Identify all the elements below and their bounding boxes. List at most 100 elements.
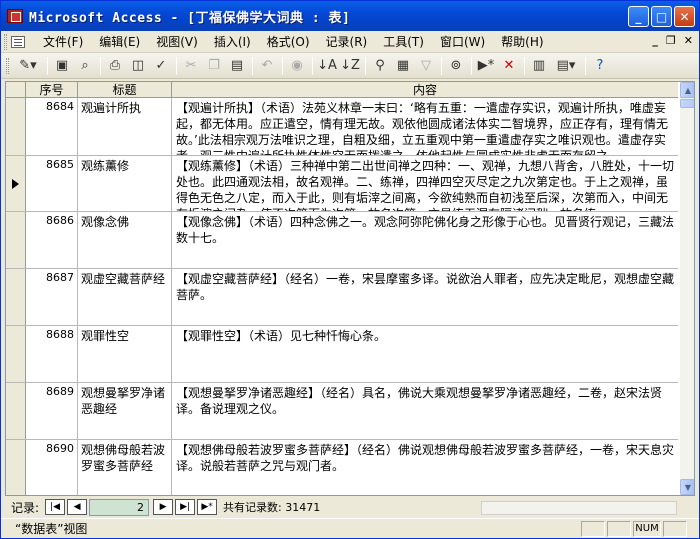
table-row[interactable]: 8686 观像念佛 【观像念佛】（术语）四种念佛之一。观念阿弥陀佛化身之形像于心… bbox=[6, 212, 678, 269]
cell-id[interactable]: 8686 bbox=[26, 212, 78, 268]
cell-content[interactable]: 【观虚空藏菩萨经】（经名）一卷，宋昙摩蜜多译。说欲治人罪者，应先决定毗尼，观想虚… bbox=[172, 269, 678, 325]
menu-tools[interactable]: 工具(T) bbox=[375, 31, 432, 52]
record-selector[interactable] bbox=[6, 269, 26, 325]
select-all-corner[interactable] bbox=[6, 82, 26, 98]
status-text: “数据表”视图 bbox=[15, 522, 88, 536]
doc-close-button[interactable]: ✕ bbox=[684, 34, 693, 47]
title-bar[interactable]: Microsoft Access - [丁福保佛学大词典 : 表] _ □ ✕ bbox=[1, 1, 699, 31]
cell-id[interactable]: 8690 bbox=[26, 440, 78, 495]
table-row[interactable]: 8685 观练薰修 【观练薰修】（术语）三种禅中第二出世间禅之四种：一、观禅，九… bbox=[6, 156, 678, 212]
cell-title[interactable]: 观想佛母般若波罗蜜多菩萨经 bbox=[78, 440, 172, 495]
table-row[interactable]: 8687 观虚空藏菩萨经 【观虚空藏菩萨经】（经名）一卷，宋昙摩蜜多译。说欲治人… bbox=[6, 269, 678, 326]
new-record-icon[interactable]: ▶* bbox=[475, 55, 497, 77]
filter-by-form-icon[interactable]: ▦ bbox=[392, 55, 414, 77]
table-row[interactable]: 8690 观想佛母般若波罗蜜多菩萨经 【观想佛母般若波罗蜜多菩萨经】（经名）佛说… bbox=[6, 440, 678, 495]
scroll-up-button[interactable]: ▲ bbox=[680, 82, 694, 98]
menu-insert[interactable]: 插入(I) bbox=[206, 31, 259, 52]
record-selector[interactable] bbox=[6, 212, 26, 268]
new-record-button[interactable]: ▶* bbox=[197, 499, 218, 515]
record-selector[interactable] bbox=[6, 98, 26, 155]
save-icon[interactable]: ▣ bbox=[51, 55, 73, 77]
document-window-controls: _ ❐ ✕ bbox=[652, 34, 693, 47]
table-row[interactable]: 8688 观罪性空 【观罪性空】（术语）见七种忏悔心条。 bbox=[6, 326, 678, 383]
current-record-indicator[interactable] bbox=[6, 156, 26, 211]
status-panel bbox=[607, 520, 631, 537]
apply-filter-icon[interactable]: ▽ bbox=[415, 55, 437, 77]
close-button[interactable]: ✕ bbox=[674, 6, 695, 27]
delete-record-icon[interactable]: ✕ bbox=[498, 55, 520, 77]
menu-window[interactable]: 窗口(W) bbox=[432, 31, 493, 52]
new-object-icon[interactable]: ▤▾ bbox=[551, 55, 581, 77]
insert-hyperlink-icon[interactable]: ◉ bbox=[286, 55, 308, 77]
cell-content[interactable]: 【观练薰修】（术语）三种禅中第二出世间禅之四种：一、观禅，九想八背舍，八胜处，十… bbox=[172, 156, 678, 211]
cell-content[interactable]: 【观罪性空】（术语）见七种忏悔心条。 bbox=[172, 326, 678, 382]
search-file-icon[interactable]: ⌕ bbox=[74, 55, 96, 77]
menu-edit[interactable]: 编辑(E) bbox=[91, 31, 148, 52]
menu-records[interactable]: 记录(R) bbox=[318, 31, 376, 52]
cell-title[interactable]: 观像念佛 bbox=[78, 212, 172, 268]
column-header-id[interactable]: 序号 bbox=[26, 82, 78, 98]
print-preview-icon[interactable]: ◫ bbox=[127, 55, 149, 77]
previous-record-button[interactable]: ◀ bbox=[67, 499, 88, 515]
first-record-button[interactable]: |◀ bbox=[45, 499, 66, 515]
sort-descending-icon[interactable]: ↓Z bbox=[339, 55, 361, 77]
cell-content[interactable]: 【观遍计所执】（术语）法苑义林章一末曰：‘略有五重：一遣虚存实识，观遍计所执，唯… bbox=[172, 98, 678, 155]
design-view-icon[interactable]: ✎▾ bbox=[13, 55, 43, 77]
vertical-scrollbar[interactable]: ▲ ▼ bbox=[680, 82, 694, 495]
cell-content[interactable]: 【观想佛母般若波罗蜜多菩萨经】（经名）佛说观想佛母般若波罗蜜多菩萨经，一卷，宋天… bbox=[172, 440, 678, 495]
find-icon[interactable]: ⊚ bbox=[445, 55, 467, 77]
scroll-thumb[interactable] bbox=[680, 99, 694, 108]
table-window-icon[interactable] bbox=[11, 35, 25, 48]
record-selector[interactable] bbox=[6, 383, 26, 439]
doc-minimize-button[interactable]: _ bbox=[652, 34, 658, 47]
current-record-input[interactable]: 2 bbox=[89, 498, 150, 516]
status-panel bbox=[581, 520, 605, 537]
cell-id[interactable]: 8689 bbox=[26, 383, 78, 439]
scroll-down-button[interactable]: ▼ bbox=[680, 479, 694, 495]
record-selector[interactable] bbox=[6, 326, 26, 382]
menu-help[interactable]: 帮助(H) bbox=[493, 31, 551, 52]
menu-format[interactable]: 格式(O) bbox=[259, 31, 318, 52]
total-records-label: 共有记录数: 31471 bbox=[223, 501, 321, 514]
last-record-button[interactable]: ▶| bbox=[175, 499, 196, 515]
properties-icon[interactable]: ▥ bbox=[528, 55, 550, 77]
copy-icon[interactable]: ❐ bbox=[203, 55, 225, 77]
record-selector[interactable] bbox=[6, 440, 26, 495]
cell-id[interactable]: 8685 bbox=[26, 156, 78, 211]
help-icon[interactable]: ? bbox=[589, 55, 611, 77]
column-header-row: 序号 标题 内容 bbox=[6, 82, 678, 98]
filter-by-selection-icon[interactable]: ⚲ bbox=[369, 55, 391, 77]
cell-content[interactable]: 【观想曼拏罗净诸恶趣经】（经名）具名，佛说大乘观想曼拏罗净诸恶趣经，二卷，赵宋法… bbox=[172, 383, 678, 439]
cell-id[interactable]: 8684 bbox=[26, 98, 78, 155]
menu-view[interactable]: 视图(V) bbox=[148, 31, 206, 52]
menubar-grip[interactable] bbox=[4, 33, 7, 50]
table-row[interactable]: 8684 观遍计所执 【观遍计所执】（术语）法苑义林章一末曰：‘略有五重：一遣虚… bbox=[6, 98, 678, 156]
cell-title[interactable]: 观遍计所执 bbox=[78, 98, 172, 155]
toolbar-grip[interactable] bbox=[6, 57, 9, 74]
cut-icon[interactable]: ✂ bbox=[180, 55, 202, 77]
cell-title[interactable]: 观练薰修 bbox=[78, 156, 172, 211]
access-app-icon[interactable] bbox=[7, 9, 23, 23]
cell-id[interactable]: 8687 bbox=[26, 269, 78, 325]
table-row[interactable]: 8689 观想曼拏罗净诸恶趣经 【观想曼拏罗净诸恶趣经】（经名）具名，佛说大乘观… bbox=[6, 383, 678, 440]
record-label: 记录: bbox=[11, 500, 40, 515]
cell-content[interactable]: 【观像念佛】（术语）四种念佛之一。观念阿弥陀佛化身之形像于心也。见晋贤行观记，三… bbox=[172, 212, 678, 268]
cell-id[interactable]: 8688 bbox=[26, 326, 78, 382]
horizontal-scrollbar[interactable] bbox=[481, 501, 677, 515]
undo-icon[interactable]: ↶ bbox=[256, 55, 278, 77]
menu-file[interactable]: 文件(F) bbox=[35, 31, 91, 52]
cell-title[interactable]: 观虚空藏菩萨经 bbox=[78, 269, 172, 325]
sort-ascending-icon[interactable]: ↓A bbox=[316, 55, 338, 77]
next-record-button[interactable]: ▶ bbox=[153, 499, 174, 515]
minimize-button[interactable]: _ bbox=[628, 6, 649, 27]
spelling-icon[interactable]: ✓ bbox=[150, 55, 172, 77]
toolbar: ✎▾ ▣ ⌕ ⎙ ◫ ✓ ✂ ❐ ▤ ↶ ◉ ↓A ↓Z ⚲ ▦ ▽ ⊚ ▶* … bbox=[1, 53, 699, 79]
print-icon[interactable]: ⎙ bbox=[104, 55, 126, 77]
maximize-button[interactable]: □ bbox=[651, 6, 672, 27]
paste-icon[interactable]: ▤ bbox=[226, 55, 248, 77]
column-header-content[interactable]: 内容 bbox=[172, 82, 678, 98]
doc-restore-button[interactable]: ❐ bbox=[666, 34, 676, 47]
column-header-title[interactable]: 标题 bbox=[78, 82, 172, 98]
cell-title[interactable]: 观罪性空 bbox=[78, 326, 172, 382]
cell-title[interactable]: 观想曼拏罗净诸恶趣经 bbox=[78, 383, 172, 439]
